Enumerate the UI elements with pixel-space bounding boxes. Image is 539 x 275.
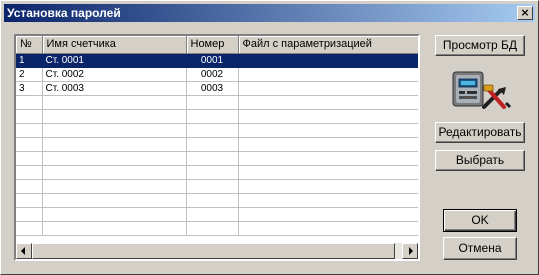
- window-title: Установка паролей: [7, 6, 121, 20]
- scroll-thumb[interactable]: [32, 243, 395, 259]
- close-icon: ×: [520, 6, 530, 19]
- electric-meter-with-tools-icon: [452, 71, 512, 109]
- meter-name-cell[interactable]: Ст. 0003: [42, 81, 187, 96]
- table-row[interactable]: 1 Ст. 0001 0001: [16, 53, 418, 68]
- horizontal-scrollbar[interactable]: [16, 243, 418, 259]
- ok-button[interactable]: OK: [443, 209, 517, 232]
- table-row[interactable]: 3 Ст. 0003 0003: [16, 81, 418, 96]
- column-header-number[interactable]: №: [16, 36, 43, 54]
- cancel-button[interactable]: Отмена: [443, 237, 517, 260]
- row-number-cell[interactable]: 3: [16, 81, 43, 96]
- empty-row[interactable]: [16, 109, 418, 124]
- empty-row[interactable]: [16, 151, 418, 166]
- select-button[interactable]: Выбрать: [435, 150, 525, 171]
- meter-name-cell[interactable]: Ст. 0002: [42, 67, 187, 82]
- meter-name-cell[interactable]: [42, 179, 187, 194]
- row-number-cell[interactable]: [16, 151, 43, 166]
- meter-number-cell[interactable]: 0002: [186, 67, 239, 82]
- row-number-cell[interactable]: [16, 165, 43, 180]
- empty-row[interactable]: [16, 123, 418, 138]
- row-number-cell[interactable]: [16, 221, 43, 236]
- param-file-cell[interactable]: [238, 137, 418, 152]
- meter-number-cell[interactable]: 0003: [186, 81, 239, 96]
- meter-number-cell[interactable]: 0001: [186, 53, 239, 68]
- column-header-meter-number[interactable]: Номер: [186, 36, 239, 54]
- empty-row[interactable]: [16, 137, 418, 152]
- meter-name-cell[interactable]: [42, 95, 187, 110]
- meter-name-cell[interactable]: Ст. 0001: [42, 53, 187, 68]
- empty-row[interactable]: [16, 207, 418, 222]
- meter-number-cell[interactable]: [186, 123, 239, 138]
- meter-name-cell[interactable]: [42, 109, 187, 124]
- arrow-left-icon: [21, 247, 25, 255]
- meter-name-cell[interactable]: [42, 137, 187, 152]
- scroll-right-button[interactable]: [402, 243, 418, 259]
- meter-name-cell[interactable]: [42, 193, 187, 208]
- row-number-cell[interactable]: [16, 207, 43, 222]
- meter-number-cell[interactable]: [186, 109, 239, 124]
- meter-number-cell[interactable]: [186, 207, 239, 222]
- meter-number-cell[interactable]: [186, 95, 239, 110]
- meter-name-cell[interactable]: [42, 221, 187, 236]
- param-file-cell[interactable]: [238, 193, 418, 208]
- table-header: № Имя счетчика Номер Файл с параметризац…: [16, 36, 418, 54]
- table-row[interactable]: 2 Ст. 0002 0002: [16, 67, 418, 82]
- param-file-cell[interactable]: [238, 53, 418, 68]
- title-bar[interactable]: Установка паролей ×: [4, 4, 535, 22]
- empty-row[interactable]: [16, 179, 418, 194]
- meter-number-cell[interactable]: [186, 193, 239, 208]
- row-number-cell[interactable]: [16, 109, 43, 124]
- close-button[interactable]: ×: [517, 6, 533, 20]
- column-header-param-file[interactable]: Файл с параметризацией: [238, 36, 418, 54]
- meter-number-cell[interactable]: [186, 165, 239, 180]
- row-number-cell[interactable]: [16, 193, 43, 208]
- meter-name-cell[interactable]: [42, 123, 187, 138]
- param-file-cell[interactable]: [238, 221, 418, 236]
- param-file-cell[interactable]: [238, 95, 418, 110]
- row-number-cell[interactable]: [16, 95, 43, 110]
- scroll-left-button[interactable]: [16, 243, 32, 259]
- param-file-cell[interactable]: [238, 109, 418, 124]
- row-number-cell[interactable]: [16, 179, 43, 194]
- password-setup-dialog: Установка паролей × № Имя счетчика Номер: [0, 0, 539, 275]
- arrow-right-icon: [409, 247, 413, 255]
- param-file-cell[interactable]: [238, 179, 418, 194]
- param-file-cell[interactable]: [238, 207, 418, 222]
- column-header-meter-name[interactable]: Имя счетчика: [42, 36, 187, 54]
- empty-row[interactable]: [16, 193, 418, 208]
- meter-table: № Имя счетчика Номер Файл с параметризац…: [14, 34, 420, 261]
- edit-button[interactable]: Редактировать: [435, 122, 525, 143]
- param-file-cell[interactable]: [238, 81, 418, 96]
- meter-number-cell[interactable]: [186, 221, 239, 236]
- meter-number-cell[interactable]: [186, 137, 239, 152]
- row-number-cell[interactable]: [16, 123, 43, 138]
- row-number-cell[interactable]: 1: [16, 53, 43, 68]
- meter-name-cell[interactable]: [42, 165, 187, 180]
- view-database-button[interactable]: Просмотр БД: [435, 35, 525, 56]
- empty-row[interactable]: [16, 95, 418, 110]
- empty-row[interactable]: [16, 221, 418, 236]
- row-number-cell[interactable]: 2: [16, 67, 43, 82]
- param-file-cell[interactable]: [238, 123, 418, 138]
- meter-name-cell[interactable]: [42, 207, 187, 222]
- meter-number-cell[interactable]: [186, 151, 239, 166]
- param-file-cell[interactable]: [238, 151, 418, 166]
- empty-row[interactable]: [16, 165, 418, 180]
- param-file-cell[interactable]: [238, 67, 418, 82]
- meter-name-cell[interactable]: [42, 151, 187, 166]
- param-file-cell[interactable]: [238, 165, 418, 180]
- row-number-cell[interactable]: [16, 137, 43, 152]
- meter-number-cell[interactable]: [186, 179, 239, 194]
